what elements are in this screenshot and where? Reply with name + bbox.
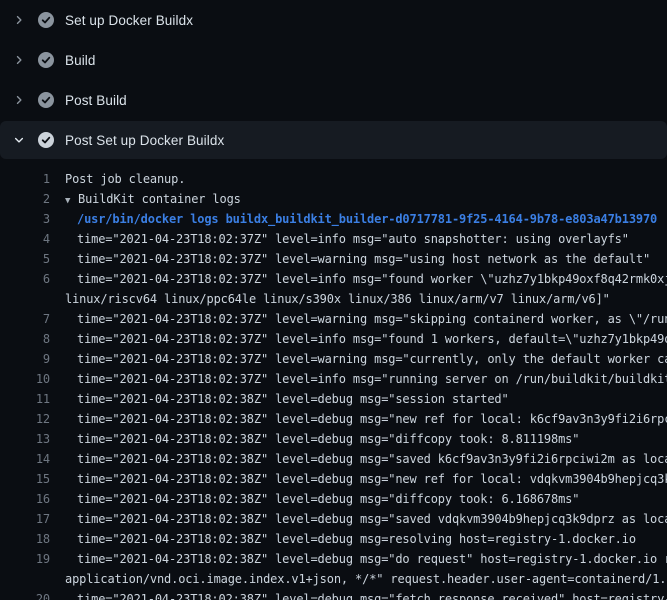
log-line: application/vnd.oci.image.index.v1+json,…	[0, 569, 667, 589]
log-group-title: BuildKit container logs	[78, 192, 241, 206]
log-line-number	[0, 569, 50, 589]
log-line-text: time="2021-04-23T18:02:37Z" level=warnin…	[50, 309, 667, 329]
log-line: 14time="2021-04-23T18:02:38Z" level=debu…	[0, 449, 667, 469]
check-circle-icon	[38, 132, 54, 148]
actions-log-pane: Set up Docker Buildx Build Post Build	[0, 0, 667, 600]
log-line: 16time="2021-04-23T18:02:38Z" level=debu…	[0, 489, 667, 509]
log-line-number[interactable]: 19	[0, 549, 50, 569]
step-row-set-up-docker-buildx[interactable]: Set up Docker Buildx	[0, 0, 667, 40]
log-line: 13time="2021-04-23T18:02:38Z" level=debu…	[0, 429, 667, 449]
log-line: 8time="2021-04-23T18:02:37Z" level=info …	[0, 329, 667, 349]
log-line-text: time="2021-04-23T18:02:37Z" level=info m…	[50, 369, 667, 389]
log-line-number[interactable]: 6	[0, 269, 50, 289]
check-circle-icon	[38, 52, 54, 68]
log-line: 15time="2021-04-23T18:02:38Z" level=debu…	[0, 469, 667, 489]
log-line-text: time="2021-04-23T18:02:37Z" level=warnin…	[50, 349, 667, 369]
log-line-number[interactable]: 9	[0, 349, 50, 369]
log-line-number[interactable]: 7	[0, 309, 50, 329]
log-line: 6time="2021-04-23T18:02:37Z" level=info …	[0, 269, 667, 289]
log-line-text: time="2021-04-23T18:02:38Z" level=debug …	[50, 429, 579, 449]
log-line-number[interactable]: 14	[0, 449, 50, 469]
log-line-number[interactable]: 18	[0, 529, 50, 549]
check-circle-icon	[38, 92, 54, 108]
log-line-text: /usr/bin/docker logs buildx_buildkit_bui…	[50, 209, 657, 229]
log-line-text: time="2021-04-23T18:02:38Z" level=debug …	[50, 509, 667, 529]
log-line-text: time="2021-04-23T18:02:38Z" level=debug …	[50, 529, 636, 549]
log-line: 19time="2021-04-23T18:02:38Z" level=debu…	[0, 549, 667, 569]
log-line: 5time="2021-04-23T18:02:37Z" level=warni…	[0, 249, 667, 269]
log-line-text: application/vnd.oci.image.index.v1+json,…	[50, 569, 667, 589]
log-line: 11time="2021-04-23T18:02:38Z" level=debu…	[0, 389, 667, 409]
log-line: 20time="2021-04-23T18:02:38Z" level=debu…	[0, 589, 667, 600]
log-line-text: Post job cleanup.	[50, 169, 185, 189]
log-line-text: time="2021-04-23T18:02:38Z" level=debug …	[50, 469, 667, 489]
log-line-text: time="2021-04-23T18:02:38Z" level=debug …	[50, 589, 667, 600]
step-row-post-build[interactable]: Post Build	[0, 80, 667, 120]
step-row-post-set-up-docker-buildx[interactable]: Post Set up Docker Buildx	[0, 121, 667, 159]
log-line-text: time="2021-04-23T18:02:37Z" level=info m…	[50, 269, 667, 289]
log-line-text: time="2021-04-23T18:02:38Z" level=debug …	[50, 489, 579, 509]
log-line-number[interactable]: 12	[0, 409, 50, 429]
log-line-text: time="2021-04-23T18:02:38Z" level=debug …	[50, 409, 667, 429]
log-line-number[interactable]: 10	[0, 369, 50, 389]
chevron-right-icon[interactable]	[13, 94, 25, 106]
log-line: 3/usr/bin/docker logs buildx_buildkit_bu…	[0, 209, 667, 229]
log-line-number[interactable]: 15	[0, 469, 50, 489]
log-line: 7time="2021-04-23T18:02:37Z" level=warni…	[0, 309, 667, 329]
log-line-number	[0, 289, 50, 309]
log-line-text: ▼BuildKit container logs	[50, 189, 241, 209]
log-line-text: time="2021-04-23T18:02:37Z" level=info m…	[50, 229, 629, 249]
log-line-number[interactable]: 4	[0, 229, 50, 249]
log-line: 12time="2021-04-23T18:02:38Z" level=debu…	[0, 409, 667, 429]
log-line-number[interactable]: 13	[0, 429, 50, 449]
chevron-right-icon[interactable]	[13, 14, 25, 26]
log-group-collapse-icon[interactable]: ▼	[65, 191, 78, 209]
chevron-down-icon[interactable]	[13, 134, 25, 146]
step-name: Post Build	[65, 93, 127, 108]
log-line: 9time="2021-04-23T18:02:37Z" level=warni…	[0, 349, 667, 369]
steps-list: Set up Docker Buildx Build Post Build	[0, 0, 667, 159]
log-line-text: time="2021-04-23T18:02:37Z" level=warnin…	[50, 249, 650, 269]
log-line-number[interactable]: 2	[0, 189, 50, 209]
log-line: 17time="2021-04-23T18:02:38Z" level=debu…	[0, 509, 667, 529]
log-line-number[interactable]: 3	[0, 209, 50, 229]
log-line: 1Post job cleanup.	[0, 169, 667, 189]
log-line-number[interactable]: 20	[0, 589, 50, 600]
step-row-build[interactable]: Build	[0, 40, 667, 80]
log-line-number[interactable]: 16	[0, 489, 50, 509]
step-name: Build	[65, 53, 96, 68]
log-line-text: time="2021-04-23T18:02:37Z" level=info m…	[50, 329, 667, 349]
log-line-number[interactable]: 17	[0, 509, 50, 529]
log-line: linux/riscv64 linux/ppc64le linux/s390x …	[0, 289, 667, 309]
log-line-number[interactable]: 5	[0, 249, 50, 269]
log-line-text: time="2021-04-23T18:02:38Z" level=debug …	[50, 449, 667, 469]
log-line: 10time="2021-04-23T18:02:37Z" level=info…	[0, 369, 667, 389]
log-line-number[interactable]: 8	[0, 329, 50, 349]
log-line-number[interactable]: 1	[0, 169, 50, 189]
check-circle-icon	[38, 12, 54, 28]
log-line-text: time="2021-04-23T18:02:38Z" level=debug …	[50, 389, 509, 409]
log-line-text: time="2021-04-23T18:02:38Z" level=debug …	[50, 549, 667, 569]
step-name: Post Set up Docker Buildx	[65, 133, 224, 148]
log-line: 2▼BuildKit container logs	[0, 189, 667, 209]
step-name: Set up Docker Buildx	[65, 13, 193, 28]
log-line-text: linux/riscv64 linux/ppc64le linux/s390x …	[50, 289, 610, 309]
log-line: 18time="2021-04-23T18:02:38Z" level=debu…	[0, 529, 667, 549]
log-line: 4time="2021-04-23T18:02:37Z" level=info …	[0, 229, 667, 249]
chevron-right-icon[interactable]	[13, 54, 25, 66]
log-line-number[interactable]: 11	[0, 389, 50, 409]
log-lines: 1Post job cleanup.2▼BuildKit container l…	[0, 160, 667, 600]
